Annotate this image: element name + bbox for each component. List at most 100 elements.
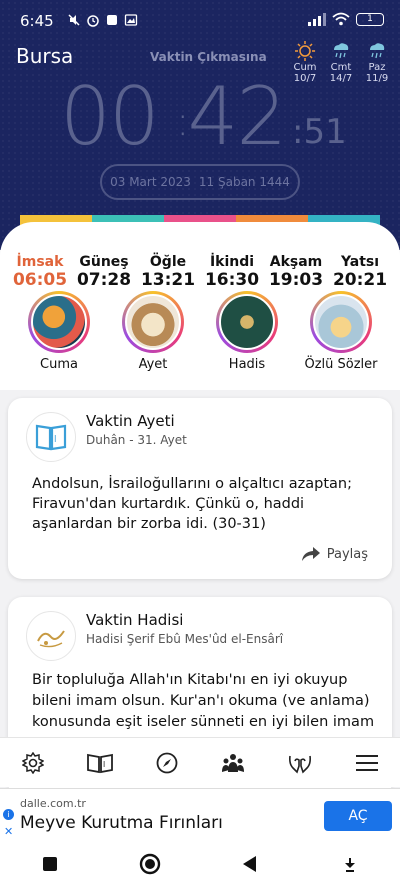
verse-title: Vaktin Ayeti xyxy=(86,412,175,430)
weather-day-1[interactable]: Cum 10/7 xyxy=(287,40,323,84)
arrow-down-icon xyxy=(345,858,355,872)
verse-subtitle: Duhân - 31. Ayet xyxy=(86,433,187,447)
story-hadis[interactable]: Hadis xyxy=(202,291,292,372)
weather-temp: 10/7 xyxy=(293,73,317,84)
notification-pull-button[interactable] xyxy=(330,844,370,884)
prayer-time: 19:03 xyxy=(268,270,324,290)
hadith-text: Bir topluluğa Allah'ın Kitabı'nı en iyi … xyxy=(32,672,375,730)
community-icon xyxy=(222,753,245,772)
prayer-yatsi[interactable]: Yatsı 20:21 xyxy=(328,254,392,290)
story-ring xyxy=(216,291,278,353)
prayer-name: Yatsı xyxy=(340,254,380,270)
quran-book-icon: ا xyxy=(26,412,76,462)
compass-icon xyxy=(156,752,178,773)
settings-tab[interactable] xyxy=(13,743,53,783)
signal-icon xyxy=(308,12,326,26)
story-label: Özlü Sözler xyxy=(304,357,378,372)
prayer-time: 16:30 xyxy=(204,270,260,290)
countdown-minutes: :42 xyxy=(176,70,287,163)
prayer-name: İmsak xyxy=(16,254,64,270)
back-button[interactable] xyxy=(230,844,270,884)
date-hijri: 11 Şaban 1444 xyxy=(198,175,290,189)
svg-text:ا: ا xyxy=(54,435,57,445)
battery-level: 1 xyxy=(367,14,373,24)
system-nav-bar xyxy=(0,840,400,888)
story-ayet[interactable]: Ayet xyxy=(108,291,198,372)
story-cuma[interactable]: Cuma xyxy=(14,291,104,372)
community-tab[interactable] xyxy=(213,743,253,783)
weather-temp: 11/9 xyxy=(365,73,389,84)
home-circle-icon xyxy=(139,853,161,875)
countdown-seconds-value: 51 xyxy=(303,112,347,152)
bottom-tab-bar: ا xyxy=(0,737,400,787)
ad-info-icon[interactable]: i xyxy=(3,809,14,820)
weather-day-3[interactable]: Paz 11/9 xyxy=(359,40,395,84)
story-label: Ayet xyxy=(138,357,168,372)
countdown-sep: : xyxy=(292,112,304,152)
story-ozlu-sozler[interactable]: Özlü Sözler xyxy=(296,291,386,372)
prayer-name: İkindi xyxy=(209,254,255,270)
quran-tab[interactable]: ا xyxy=(80,743,120,783)
qibla-tab[interactable] xyxy=(147,743,187,783)
ad-close-icon[interactable]: ✕ xyxy=(4,825,13,838)
rain-icon xyxy=(370,43,385,59)
story-image xyxy=(313,294,369,350)
prayer-gunes[interactable]: Güneş 07:28 xyxy=(72,254,136,290)
hadith-subtitle: Hadisi Şerif Ebû Mes'ûd el-Ensârî xyxy=(86,632,284,646)
image-icon xyxy=(124,14,138,26)
share-button[interactable]: Paylaş xyxy=(301,546,368,562)
stories-row: Cuma Ayet Hadis Özlü Sözler xyxy=(14,291,386,372)
menu-icon xyxy=(355,754,378,771)
prayer-name: Öğle xyxy=(149,254,187,270)
story-ring xyxy=(310,291,372,353)
battery-icon: 1 xyxy=(356,12,384,26)
home-button[interactable] xyxy=(130,844,170,884)
countdown-hours-value: 00 xyxy=(60,70,160,163)
prayer-time: 06:05 xyxy=(12,270,68,290)
verse-card[interactable]: ا Vaktin Ayeti Duhân - 31. Ayet Andolsun… xyxy=(8,398,392,579)
story-image xyxy=(219,294,275,350)
prayer-aksam[interactable]: Akşam 19:03 xyxy=(264,254,328,290)
weather-day-2[interactable]: Cmt 14/7 xyxy=(323,40,359,84)
wifi-icon xyxy=(332,12,350,26)
weather-day: Cmt xyxy=(330,62,352,73)
notification-icon xyxy=(107,15,117,25)
story-image xyxy=(31,294,87,350)
story-ring xyxy=(28,291,90,353)
prayer-ogle[interactable]: Öğle 13:21 xyxy=(136,254,200,290)
city-name[interactable]: Bursa xyxy=(16,44,73,68)
square-icon xyxy=(43,857,57,871)
prayer-name: Güneş xyxy=(79,254,129,270)
weather-temp: 14/7 xyxy=(329,73,353,84)
remaining-label: Vaktin Çıkmasına xyxy=(150,50,267,64)
ad-banner[interactable]: i ✕ dalle.com.tr Meyve Kurutma Fırınları… xyxy=(0,788,400,840)
calligraphy-icon xyxy=(26,611,76,661)
sun-icon xyxy=(295,41,315,61)
ad-title: Meyve Kurutma Fırınları xyxy=(20,813,223,833)
story-label: Hadis xyxy=(228,357,266,372)
status-bar: 6:45 1 xyxy=(0,0,400,40)
prayer-time: 07:28 xyxy=(76,270,132,290)
status-icons xyxy=(67,13,138,27)
settings-icon xyxy=(22,751,45,774)
date-gregorian: 03 Mart 2023 xyxy=(110,175,191,189)
prayer-hands-icon xyxy=(288,755,311,773)
svg-text:ا: ا xyxy=(103,760,105,769)
verse-text: Andolsun, İsrailoğullarını o alçaltıcı a… xyxy=(32,476,352,532)
hadith-title: Vaktin Hadisi xyxy=(86,611,184,629)
recents-button[interactable] xyxy=(30,844,70,884)
mute-icon xyxy=(68,14,80,26)
prayer-ikindi[interactable]: İkindi 16:30 xyxy=(200,254,264,290)
prayer-imsak[interactable]: İmsak 06:05 xyxy=(8,254,72,290)
weather-day: Cum xyxy=(293,62,317,73)
rain-icon xyxy=(334,43,349,59)
countdown-minutes-value: 42 xyxy=(187,70,287,163)
story-label: Cuma xyxy=(40,357,78,372)
date-pill[interactable]: 03 Mart 2023 11 Şaban 1444 xyxy=(100,164,300,200)
menu-tab[interactable] xyxy=(347,743,387,783)
dua-tab[interactable] xyxy=(280,743,320,783)
ad-domain: dalle.com.tr xyxy=(20,797,86,810)
status-time: 6:45 xyxy=(20,12,54,30)
ad-open-button[interactable]: AÇ xyxy=(324,801,392,831)
quran-icon: ا xyxy=(87,753,113,773)
